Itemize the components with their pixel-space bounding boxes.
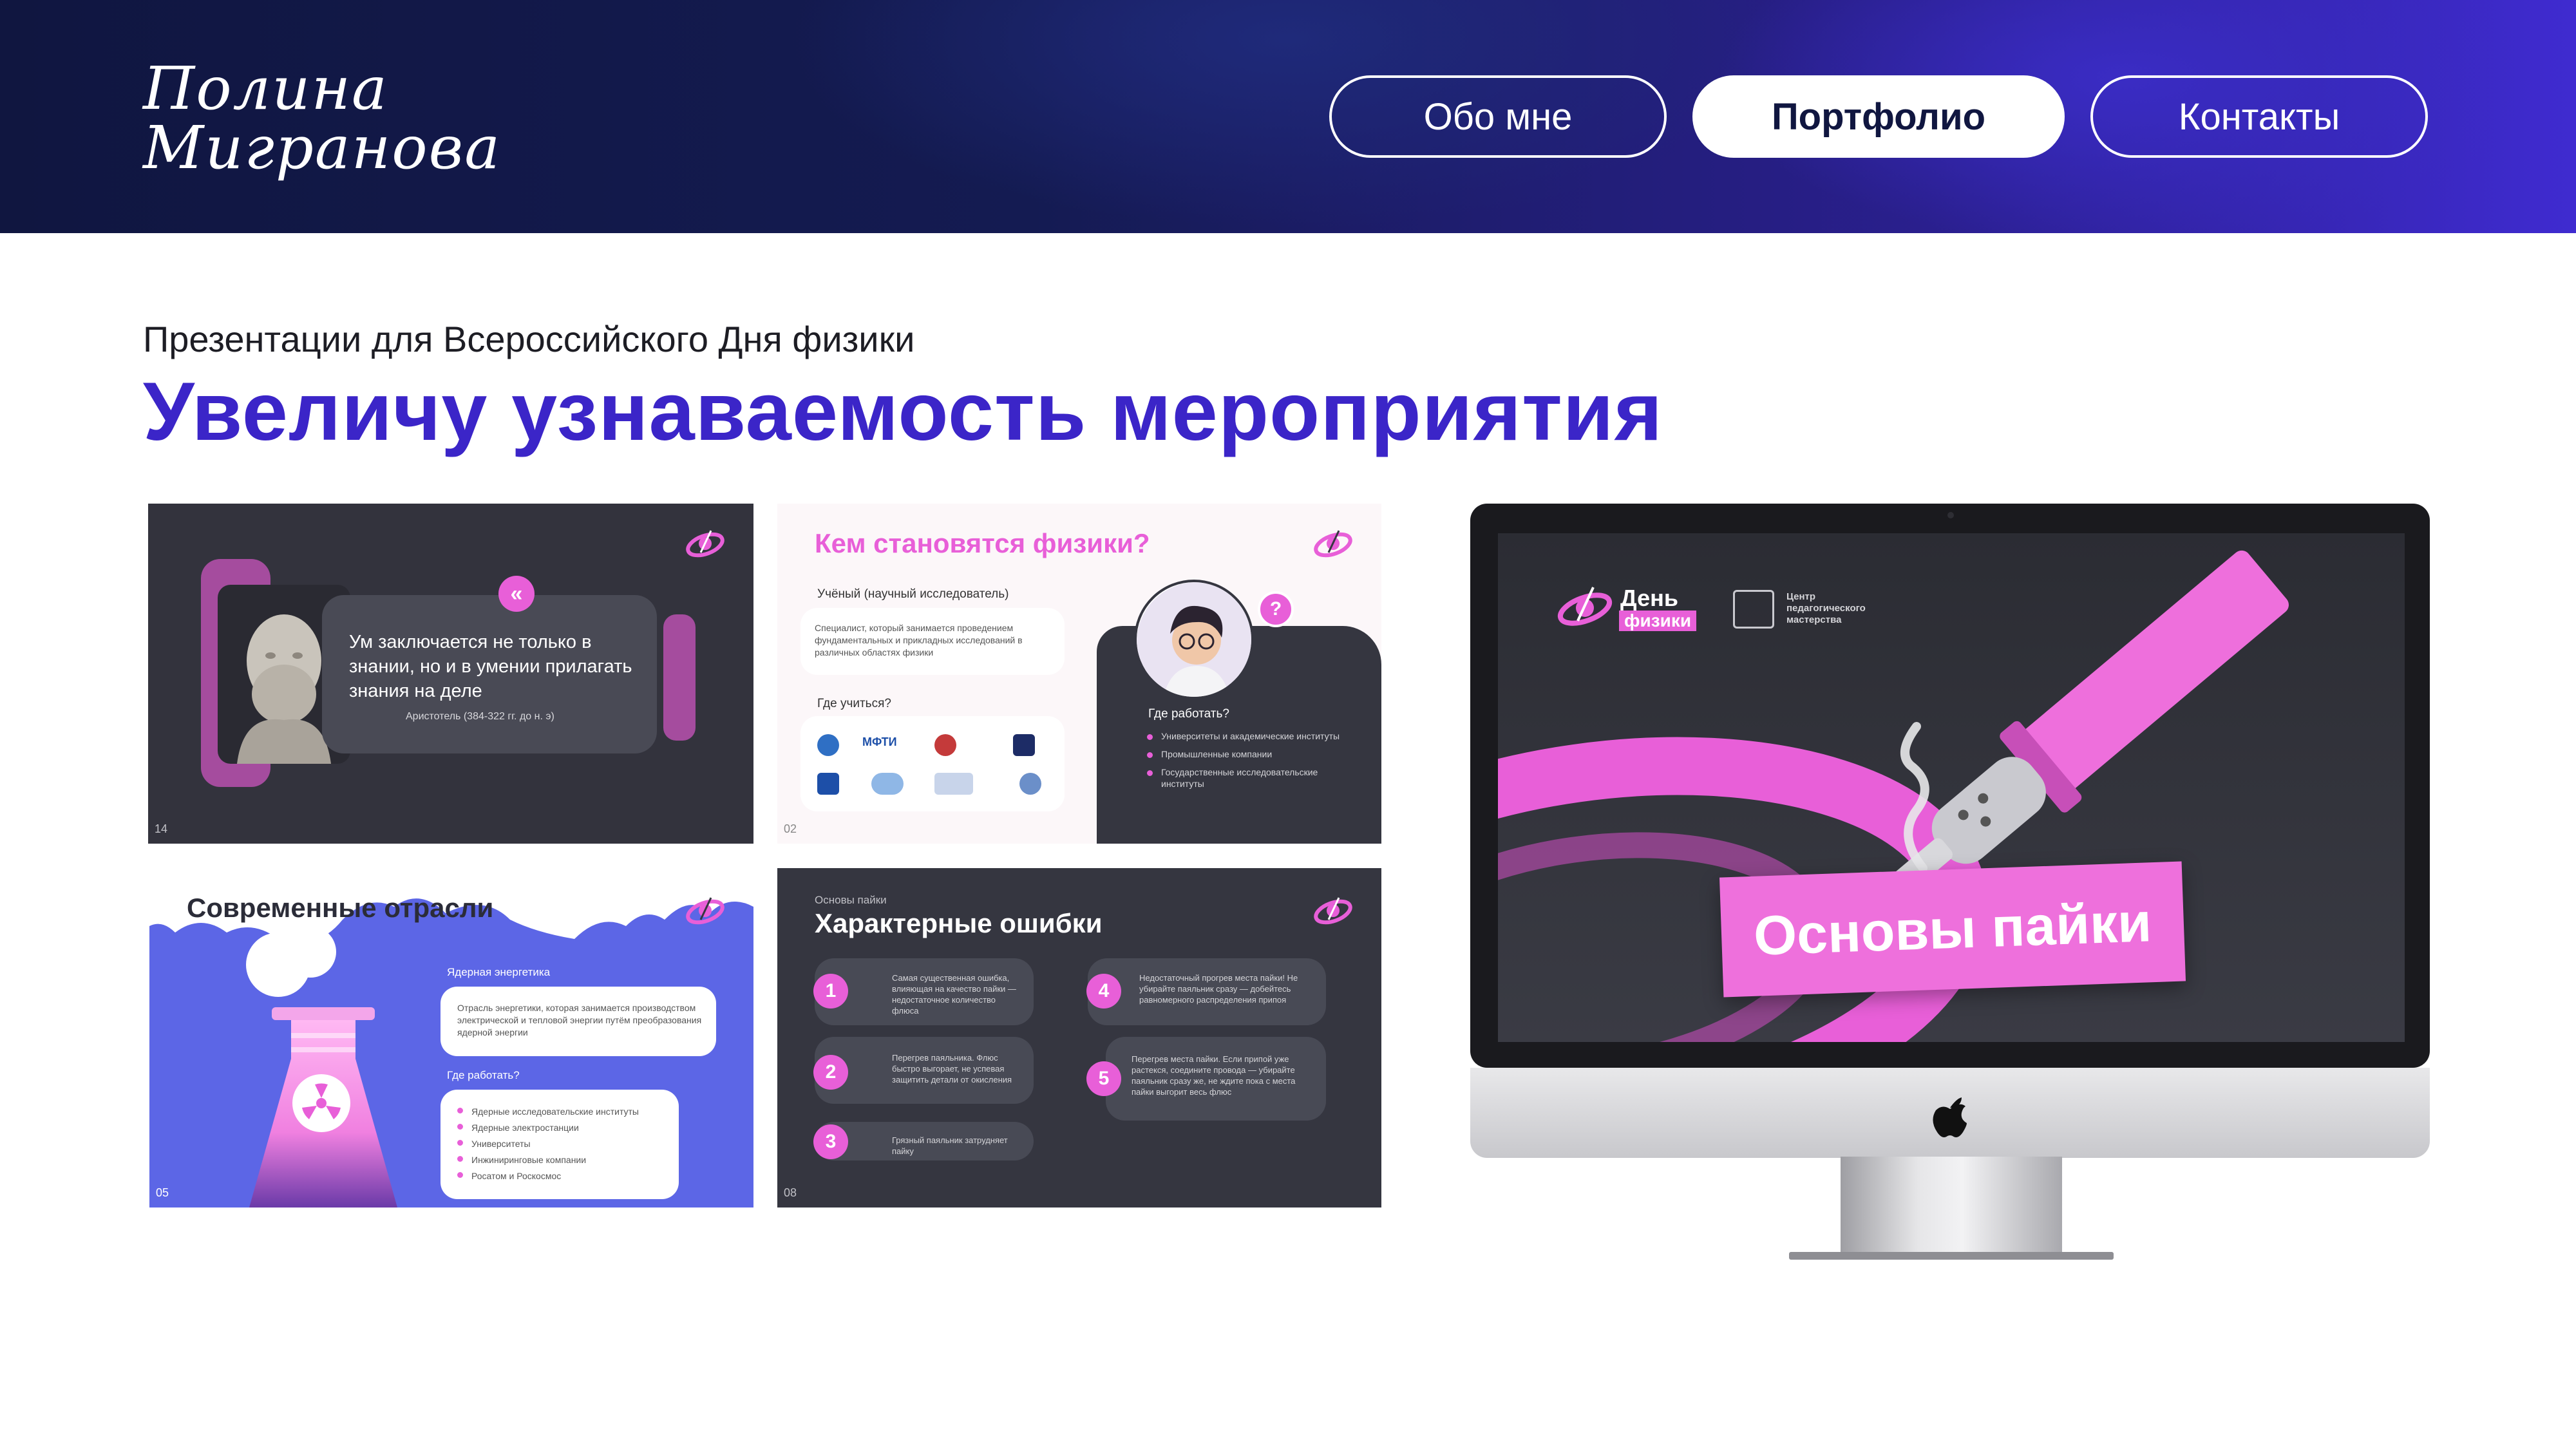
- slide-page-number: 08: [784, 1186, 797, 1199]
- industries-description-card: Отрасль энергетики, которая занимается п…: [440, 987, 716, 1056]
- industries-work-title: Где работать?: [447, 1069, 520, 1081]
- quote-author: Аристотель (384-322 гг. до н. э): [406, 711, 554, 722]
- partner-logo-icon: [1733, 590, 1774, 629]
- mistake-number: 3: [813, 1124, 848, 1159]
- careers-work-list: Университеты и академические институты П…: [1147, 730, 1340, 790]
- industries-work-card: Ядерные исследовательские институты Ядер…: [440, 1090, 679, 1199]
- careers-work-item: Государственные исследовательские инстит…: [1147, 766, 1340, 790]
- imac-stand-base: [1789, 1252, 2114, 1260]
- site-logo[interactable]: Полина Мигранова: [143, 59, 501, 178]
- atom-logo-icon: [684, 889, 726, 931]
- university-logo-icon: [1019, 773, 1041, 795]
- partner-name: Центр педагогического мастерства: [1786, 591, 1866, 625]
- logo-first-name: Полина: [143, 54, 388, 123]
- screen-banner: Основы пайки: [1719, 861, 2186, 998]
- atom-logo-icon: [684, 522, 726, 564]
- careers-title: Кем становятся физики?: [815, 528, 1150, 558]
- university-logo-icon: [934, 734, 956, 756]
- apple-icon: [1931, 1095, 1969, 1140]
- slide-quote[interactable]: Ум заключается не только в знании, но и …: [148, 504, 753, 844]
- nav-portfolio-button[interactable]: Портфолио: [1692, 75, 2065, 158]
- scientist-avatar: [1134, 580, 1254, 699]
- imac-stand: [1841, 1157, 2062, 1255]
- imac-screen-slide[interactable]: День физики Центр педагогического мастер…: [1498, 533, 2405, 1042]
- mistake-number: 4: [1086, 974, 1121, 1009]
- slide-page-number: 02: [784, 822, 797, 835]
- mistake-card-4: Недостаточный прогрев места пайки! Не уб…: [1088, 958, 1326, 1025]
- mistake-number: 1: [813, 974, 848, 1009]
- industries-work-item: Инжиниринговые компании: [457, 1152, 670, 1168]
- industries-work-list: Ядерные исследовательские институты Ядер…: [457, 1104, 670, 1184]
- careers-work-item: Промышленные компании: [1147, 748, 1340, 760]
- slide-page-number: 14: [155, 822, 168, 835]
- mistake-text: Перегрев места пайки. Если припой уже ра…: [1132, 1054, 1296, 1097]
- nav-contacts-button[interactable]: Контакты: [2090, 75, 2428, 158]
- nav-about-button[interactable]: Обо мне: [1329, 75, 1667, 158]
- event-name-line2: физики: [1619, 611, 1697, 631]
- slide-industries[interactable]: Современные отрасли Ядерная энергетика О…: [149, 868, 753, 1208]
- mipt-logo: МФТИ: [862, 735, 897, 748]
- project-subtitle: Презентации для Всероссийского Дня физик…: [143, 319, 915, 359]
- industries-work-item: Ядерные исследовательские институты: [457, 1104, 670, 1120]
- imac-chin: [1470, 1068, 2430, 1158]
- mistake-number: 5: [1086, 1061, 1121, 1096]
- camera-dot: [1947, 512, 1954, 518]
- quote-mark-icon: «: [498, 576, 535, 612]
- careers-work-item: Университеты и академические институты: [1147, 730, 1340, 742]
- university-logos-card: МФТИ: [800, 716, 1065, 811]
- mistake-text: Грязный паяльник затрудняет пайку: [892, 1135, 1008, 1156]
- university-logo-icon: [817, 734, 839, 756]
- industries-work-item: Университеты: [457, 1136, 670, 1152]
- mistake-text: Недостаточный прогрев места пайки! Не уб…: [1139, 973, 1298, 1005]
- slide-careers[interactable]: Кем становятся физики? Учёный (научный и…: [777, 504, 1381, 844]
- logo-last-name: Мигранова: [143, 113, 502, 182]
- mistakes-title: Характерные ошибки: [815, 908, 1103, 938]
- careers-role-text: Специалист, который занимается проведени…: [815, 623, 1023, 658]
- mistake-text: Перегрев паяльника. Флюс быстро выгорает…: [892, 1053, 1012, 1084]
- careers-role-card: Специалист, который занимается проведени…: [800, 608, 1065, 675]
- decor-bar-right: [663, 614, 696, 741]
- university-logo-icon: [1013, 734, 1035, 756]
- careers-role-title: Учёный (научный исследователь): [817, 587, 1009, 601]
- careers-work-title: Где работать?: [1148, 707, 1229, 721]
- quote-text: Ум заключается не только в знании, но и …: [349, 632, 632, 701]
- industries-card-title: Ядерная энергетика: [447, 966, 551, 978]
- event-name-line1: День: [1620, 585, 1678, 611]
- university-logo-icon: [817, 773, 839, 795]
- university-logo-icon: [871, 773, 904, 795]
- atom-logo-icon: [1312, 889, 1354, 931]
- industries-card-text: Отрасль энергетики, которая занимается п…: [457, 1003, 702, 1037]
- industries-title: Современные отрасли: [187, 893, 494, 923]
- project-headline: Увеличу узнаваемость мероприятия: [143, 366, 1663, 458]
- mistake-card-5: Перегрев места пайки. Если припой уже ра…: [1106, 1037, 1326, 1121]
- atom-logo-icon: [1312, 522, 1354, 564]
- slide-mistakes[interactable]: Основы пайки Характерные ошибки Самая су…: [777, 868, 1381, 1208]
- radiation-icon: [292, 1074, 350, 1132]
- quote-card: Ум заключается не только в знании, но и …: [322, 595, 657, 753]
- industries-work-item: Ядерные электростанции: [457, 1120, 670, 1136]
- careers-study-title: Где учиться?: [817, 697, 891, 710]
- atom-logo-icon: [1556, 578, 1614, 636]
- site-header: Полина Мигранова Обо мне Портфолио Конта…: [0, 0, 2576, 233]
- industries-work-item: Росатом и Роскосмос: [457, 1168, 670, 1184]
- mistakes-kicker: Основы пайки: [815, 894, 887, 906]
- question-badge: ?: [1258, 591, 1294, 627]
- university-logo-icon: [934, 773, 973, 795]
- slide-page-number: 05: [156, 1186, 169, 1199]
- mistake-number: 2: [813, 1055, 848, 1090]
- mistake-text: Самая существенная ошибка, влияющая на к…: [892, 973, 1016, 1016]
- screen-banner-title: Основы пайки: [1752, 891, 2153, 967]
